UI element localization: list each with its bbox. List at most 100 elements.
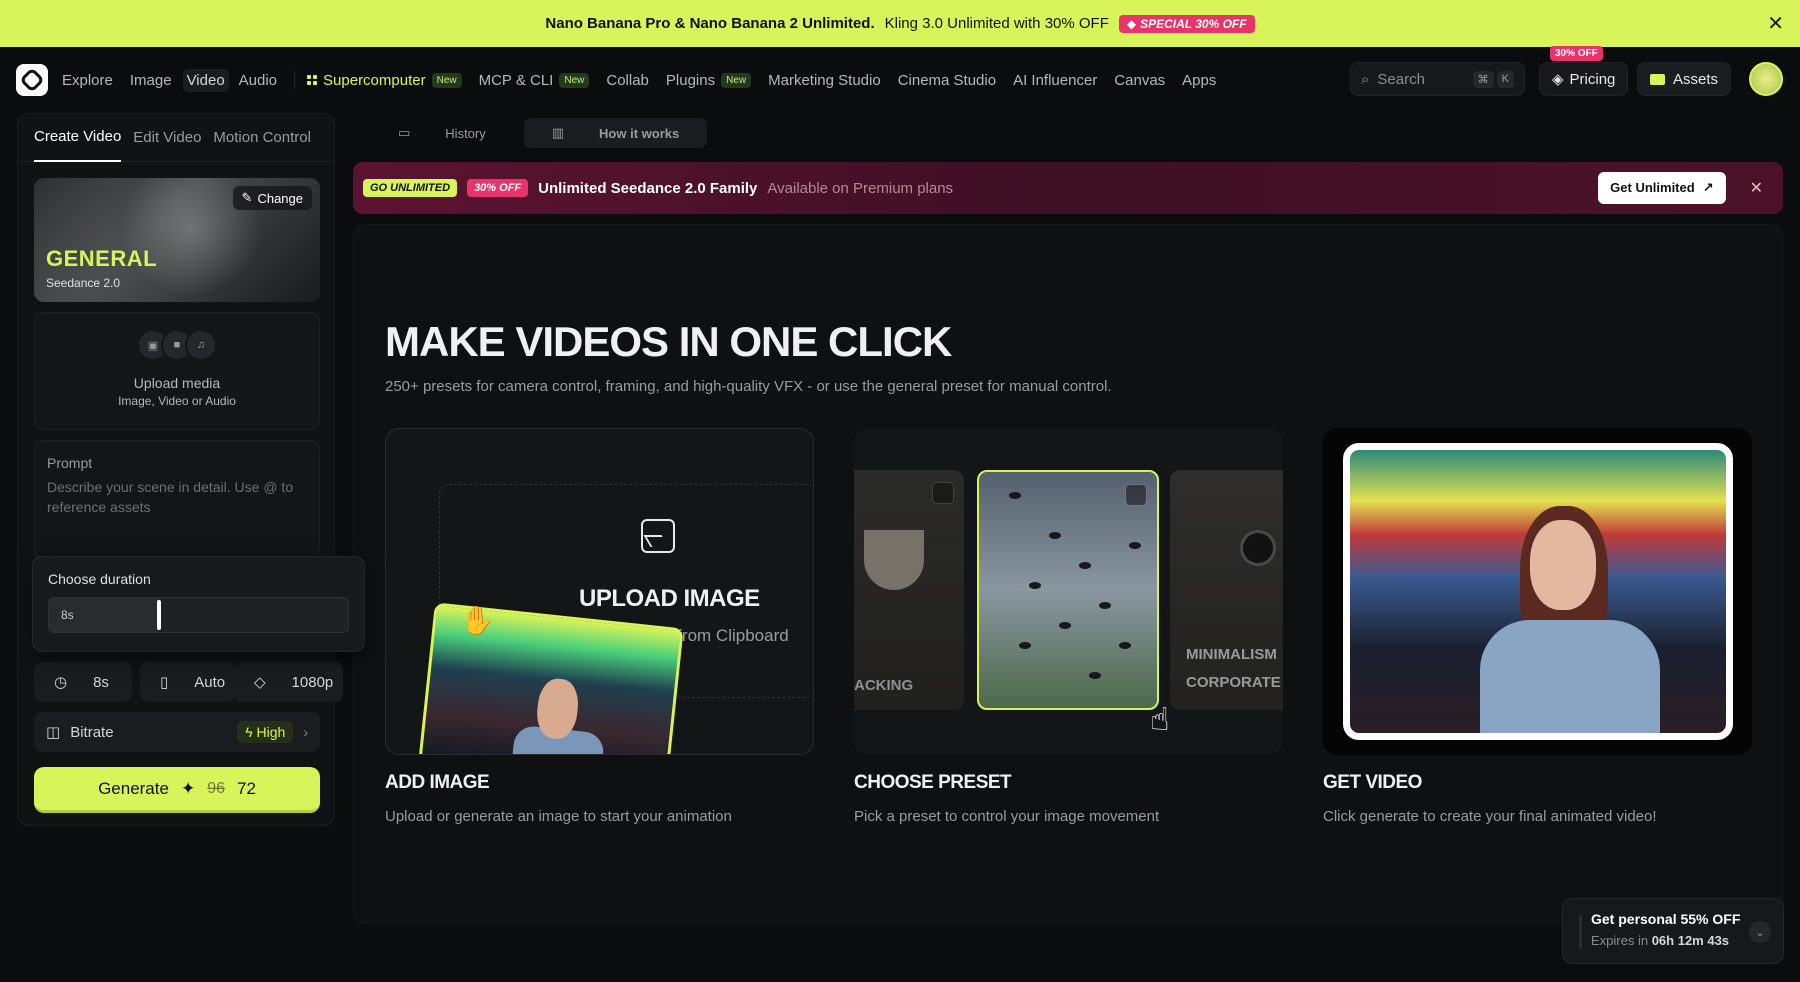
speaker-icon: ◫ [46,724,61,741]
close-icon[interactable]: ✕ [1750,178,1763,198]
top-nav: Explore Image Video Audio Supercomputer … [0,47,1800,113]
tab-motion-control[interactable]: Motion Control [213,114,311,162]
bitrate-value-label: High [256,724,286,740]
bitrate-selector[interactable]: ◫ Bitrate ϟ High › [34,712,320,752]
change-preset-button[interactable]: ✎ Change [232,186,312,210]
prompt-placeholder: Describe your scene in detail. Use @ to … [47,479,294,515]
prompt-label: Prompt [47,455,93,471]
step-title-choose-preset: CHOOSE PRESET [854,772,1012,793]
step-title-get-video: GET VIDEO [1323,772,1422,793]
unlimited-banner: GO UNLIMITED 30% OFF Unlimited Seedance … [353,162,1783,214]
close-icon[interactable]: ✕ [1767,11,1784,36]
get-unlimited-label: Get Unlimited [1610,180,1695,195]
choose-preset-card[interactable]: ACKING MINIMALISM CORPORATE ☝ [854,428,1283,755]
page-title: MAKE VIDEOS IN ONE CLICK [385,318,952,365]
arrow-up-right-icon: ↗ [1702,180,1714,195]
upload-title: Upload media [133,375,221,391]
duration-option-label: 8s [83,662,119,702]
add-image-card[interactable]: UPLOAD IMAGE Paste from Clipboard ✋ [385,428,814,755]
logo[interactable] [16,64,48,96]
assets-button[interactable]: Assets [1637,62,1732,96]
preset-model: Seedance 2.0 [46,276,121,290]
diamond-icon: ◈ [1552,71,1564,88]
nav-audio[interactable]: Audio [239,72,277,89]
upload-image-title: UPLOAD IMAGE [579,585,760,612]
page-subtitle: 250+ presets for camera control, framing… [385,378,1112,395]
pricing-label: Pricing [1569,70,1616,88]
nav-collab[interactable]: Collab [606,72,649,89]
preset-title: GENERAL [46,246,158,271]
step-desc-get-video: Click generate to create your final anim… [1323,808,1657,825]
create-panel: Create Video Edit Video Motion Control ✎… [17,113,344,826]
resolution-option[interactable]: ◇ 1080p [234,662,344,702]
nav-ai-influencer[interactable]: AI Influencer [1013,72,1097,89]
duration-option[interactable]: ◷ 8s [34,662,132,702]
video-options: ◷ 8s ▯ Auto ◇ 1080p [34,662,344,702]
tab-how-it-works[interactable]: ▥ How it works [523,118,708,148]
bitrate-label: Bitrate [70,723,114,741]
tab-history[interactable]: ▭ History [370,118,514,148]
nav-cinema-studio[interactable]: Cinema Studio [898,72,996,89]
upload-media-dropzone[interactable]: ▣ ■ ♫ Upload media Image, Video or Audio [34,312,320,430]
search-icon: ⌕ [1361,70,1370,88]
nav-divider [294,71,296,89]
get-unlimited-button[interactable]: Get Unlimited ↗ [1598,172,1726,204]
nav-marketing-studio[interactable]: Marketing Studio [768,72,881,89]
prompt-field[interactable]: Prompt Describe your scene in detail. Us… [34,440,320,560]
nav-plugins-label: Plugins [665,71,716,89]
nav-plugins[interactable]: Plugins New [665,71,752,89]
duration-slider[interactable]: 8s [48,597,349,633]
preset-tile-minimalism: MINIMALISM CORPORATE [1170,470,1283,710]
new-badge: New [431,72,462,88]
folder-icon: ▭ [398,125,411,140]
tab-history-label: History [445,125,486,141]
personal-offer-toast[interactable]: Get personal 55% OFF Expires in 06h 12m … [1562,898,1784,964]
step-desc-add-image: Upload or generate an image to start you… [385,808,732,825]
tab-how-it-works-label: How it works [599,125,680,141]
generate-button[interactable]: Generate ✦ 96 72 [34,767,320,813]
duration-label: Choose duration [48,571,151,587]
diamond-icon: ◇ [244,662,276,702]
promo-special-badge[interactable]: ◆ SPECIAL 30% OFF [1118,14,1255,33]
resolution-option-label: 1080p [281,662,344,702]
bitrate-value: ϟ High [237,721,294,743]
get-video-card[interactable] [1323,428,1752,755]
nav-apps[interactable]: Apps [1182,72,1216,89]
music-icon: ♫ [185,329,217,361]
nav-supercomputer[interactable]: Supercomputer New [307,72,462,89]
preset-badge-icon [932,482,954,504]
go-unlimited-badge: GO UNLIMITED [363,179,458,197]
promo-text: Kling 3.0 Unlimited with 30% OFF [884,15,1109,32]
preset-card[interactable]: ✎ Change GENERAL Seedance 2.0 [34,178,320,302]
nav-video[interactable]: Video [182,68,229,92]
step-desc-choose-preset: Pick a preset to control your image move… [854,808,1160,825]
new-badge: New [721,72,752,88]
offer-countdown: 06h 12m 43s [1651,933,1730,948]
nav-mcp-label: MCP & CLI [478,71,554,89]
change-label: Change [257,190,303,206]
sparkle-icon: ✦ [180,778,196,798]
tab-create-video[interactable]: Create Video [34,114,122,162]
chevron-right-icon: › [303,724,308,740]
avatar[interactable] [1749,62,1783,96]
nav-mcp-cli[interactable]: MCP & CLI New [479,72,590,89]
image-upload-icon [641,519,675,553]
nav-canvas[interactable]: Canvas [1114,72,1165,89]
grid-icon [307,75,318,85]
assets-label: Assets [1673,70,1719,88]
tab-edit-video[interactable]: Edit Video [133,114,201,162]
pricing-button[interactable]: ◈ Pricing [1539,62,1629,96]
nav-explore[interactable]: Explore [62,72,113,89]
discount-badge: 30% OFF [467,179,529,197]
generate-label: Generate [98,778,169,798]
nav-image[interactable]: Image [130,72,172,89]
aspect-ratio-option[interactable]: ▯ Auto [140,662,236,702]
offer-expires-label: Expires in [1591,933,1649,948]
nav-supercomputer-label: Supercomputer [323,71,426,89]
duration-slider-handle[interactable] [157,600,161,630]
chevron-down-icon[interactable]: ⌄ [1749,921,1771,943]
promo-headline: Nano Banana Pro & Nano Banana 2 Unlimite… [545,15,875,32]
preset-badge-icon [1125,484,1147,506]
clock-icon: ◷ [44,662,78,702]
search-input[interactable]: ⌕ Search ⌘ K [1350,62,1525,96]
